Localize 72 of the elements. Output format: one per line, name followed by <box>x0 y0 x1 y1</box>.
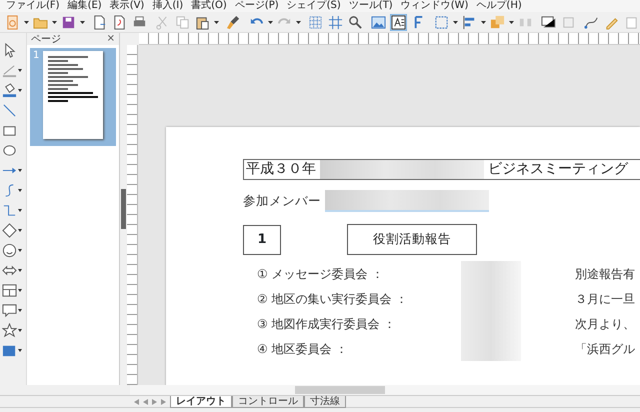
report-note: 別途報告有 <box>574 266 635 282</box>
dropdown-caret-icon[interactable] <box>18 269 22 272</box>
title-text: ビジネスミーティング <box>488 160 628 179</box>
grid-icon[interactable] <box>307 14 324 30</box>
section-title: 役割活動報告 <box>347 224 477 255</box>
dropdown-caret-icon[interactable] <box>18 349 22 352</box>
diamond-icon[interactable] <box>2 223 17 238</box>
dropdown-caret-icon[interactable] <box>18 69 22 72</box>
dropdown-caret-icon[interactable] <box>18 169 22 172</box>
report-note: 「浜西グル <box>574 340 635 358</box>
menu-item[interactable]: 編集(E) <box>64 0 106 12</box>
menu-item[interactable]: ウィンドウ(W) <box>396 0 472 12</box>
shadow-icon[interactable] <box>540 14 557 30</box>
fill-color-icon[interactable] <box>2 83 17 98</box>
dropdown-caret-icon[interactable] <box>509 20 514 24</box>
connector-icon[interactable] <box>2 203 17 218</box>
dropdown-caret-icon[interactable] <box>214 20 219 24</box>
members-label: 参加メンバー <box>243 192 321 210</box>
committee-label: ④ 地区委員会 ： <box>256 340 348 358</box>
dropdown-caret-icon[interactable] <box>52 20 57 24</box>
zoom-icon[interactable] <box>347 14 364 30</box>
dropdown-caret-icon[interactable] <box>268 20 273 24</box>
close-button[interactable]: × <box>106 34 115 44</box>
callout-icon[interactable] <box>2 303 17 318</box>
menu-item[interactable]: 表示(V) <box>106 0 148 12</box>
image-icon[interactable] <box>370 14 387 30</box>
menu-item[interactable]: ページ(P) <box>230 0 283 12</box>
pixelated-block <box>461 261 521 286</box>
committee-label: ② 地区の集い実行委員会 ： <box>256 290 408 308</box>
star-icon[interactable] <box>2 323 17 338</box>
layer-tab[interactable]: レイアウト <box>170 396 232 408</box>
committee-label: ③ 地図作成実行委員会 ： <box>256 316 396 332</box>
dropdown-caret-icon[interactable] <box>18 229 22 232</box>
transform-icon[interactable] <box>433 14 450 30</box>
smiley-icon[interactable] <box>2 243 17 258</box>
horizontal-scrollbar[interactable] <box>130 385 640 395</box>
flowchart-icon[interactable] <box>2 283 17 298</box>
report-note: ３月に一旦 <box>574 290 635 308</box>
helplines-icon[interactable] <box>327 14 344 30</box>
section-number: 1 <box>243 224 281 254</box>
dropdown-caret-icon[interactable] <box>18 249 22 252</box>
layer-tab[interactable]: コントロール <box>232 396 304 408</box>
dropdown-caret-icon[interactable] <box>80 20 85 24</box>
double-arrow-icon[interactable] <box>2 263 17 278</box>
line-color-icon[interactable] <box>2 63 17 78</box>
committee-label: ① メッセージ委員会 ： <box>256 266 384 282</box>
layer-tab[interactable]: 寸法線 <box>304 396 346 408</box>
dropdown-caret-icon[interactable] <box>18 329 22 332</box>
dropdown-caret-icon[interactable] <box>453 20 458 24</box>
dropdown-caret-icon[interactable] <box>18 309 22 312</box>
dropdown-caret-icon[interactable] <box>18 189 22 192</box>
dropdown-caret-icon[interactable] <box>18 289 22 292</box>
panel-title: ページ <box>31 32 61 46</box>
menu-item[interactable]: 挿入(I) <box>148 0 188 12</box>
dropdown-caret-icon[interactable] <box>296 20 301 24</box>
page-number: 1 <box>33 51 40 63</box>
dropdown-caret-icon[interactable] <box>18 89 22 92</box>
brush-icon[interactable] <box>225 14 242 30</box>
menu-item[interactable]: 書式(O) <box>187 0 231 12</box>
text-box-icon[interactable] <box>390 14 407 30</box>
dropdown-caret-icon[interactable] <box>24 20 29 24</box>
splitter-handle[interactable] <box>121 189 126 229</box>
menu-item[interactable]: ファイル(F) <box>2 0 64 12</box>
scrollbar-thumb[interactable] <box>295 386 385 394</box>
dropdown-caret-icon[interactable] <box>18 209 22 212</box>
ellipse-icon[interactable] <box>2 143 17 158</box>
title-text: 平成３０年 <box>246 160 316 179</box>
pixelated-block <box>461 336 521 361</box>
line-icon[interactable] <box>2 103 17 118</box>
dropdown-caret-icon[interactable] <box>481 20 486 24</box>
menu-item[interactable]: ツール(T) <box>344 0 397 12</box>
report-note: 次月より、 <box>574 316 635 332</box>
